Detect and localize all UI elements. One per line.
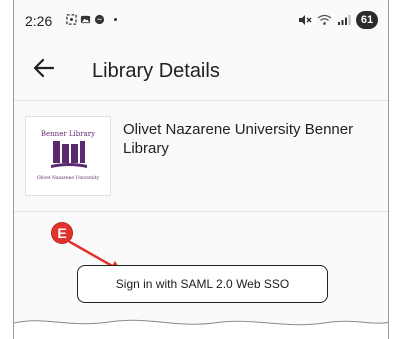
logo-bottom-text: Olivet Nazarene University <box>36 176 100 181</box>
library-logo: Benner Library Olivet Nazarene Universit… <box>25 116 111 196</box>
back-button[interactable] <box>31 55 57 81</box>
more-notifications-dot <box>114 18 117 21</box>
screenshot-icon <box>66 14 77 25</box>
mute-icon <box>299 15 312 25</box>
system-icons: 61 <box>298 11 378 29</box>
header-divider <box>14 100 388 101</box>
status-bar: 2:26 61 <box>14 0 388 38</box>
annotation-badge: E <box>52 223 72 243</box>
library-name: Olivet Nazarene University Benner Librar… <box>123 121 354 157</box>
library-building-icon <box>51 141 87 168</box>
battery-icon: 61 <box>356 11 378 29</box>
logo-top-text: Benner Library <box>40 130 96 138</box>
notification-icons <box>66 14 117 25</box>
gallery-icon <box>80 15 91 24</box>
status-time: 2:26 <box>25 13 53 29</box>
page-title: Library Details <box>92 60 220 82</box>
wifi-icon <box>317 14 332 25</box>
library-card: Benner Library Olivet Nazarene Universit… <box>14 103 388 213</box>
torn-edge <box>14 319 388 339</box>
card-divider <box>14 211 388 212</box>
app-bar: Library Details <box>14 42 388 98</box>
messenger-icon <box>94 14 105 25</box>
signal-icon <box>338 15 351 25</box>
saml-sso-button[interactable]: Sign in with SAML 2.0 Web SSO <box>77 265 328 303</box>
phone-screen: 2:26 61 Library Details Benner Library O… <box>13 0 389 339</box>
